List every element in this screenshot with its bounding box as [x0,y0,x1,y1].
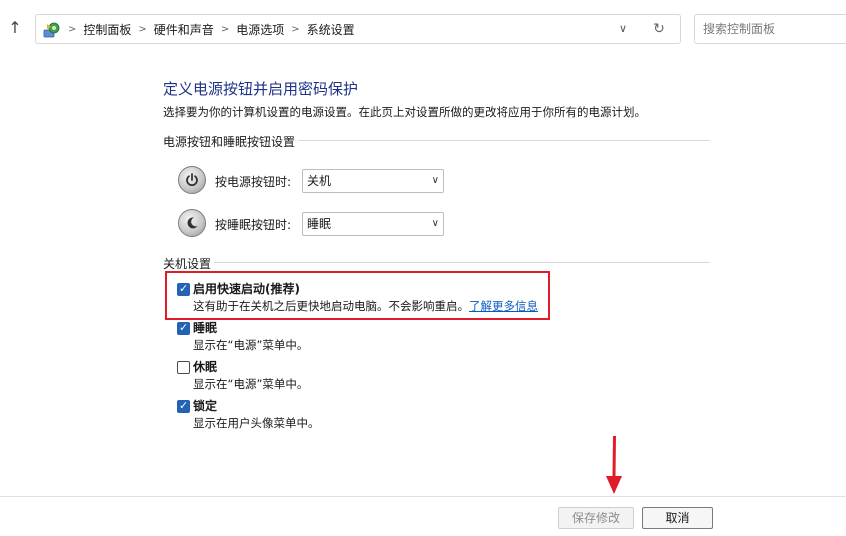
breadcrumb-system-settings[interactable]: 系统设置 [307,21,355,38]
fast-startup-description: 这有助于在关机之后更快地启动电脑。不会影响重启。了解更多信息 [193,298,538,314]
section-divider [214,262,710,263]
lock-checkbox[interactable]: ✓ [177,399,190,413]
breadcrumb: > 控制面板 > 硬件和声音 > 电源选项 > 系统设置 [68,15,355,43]
lock-option-label[interactable]: 锁定 [193,397,217,414]
address-bar[interactable]: > 控制面板 > 硬件和声音 > 电源选项 > 系统设置 ∨ ↻ [35,14,681,44]
cancel-button[interactable]: 取消 [642,507,713,529]
search-input[interactable]: 搜索控制面板 [694,14,846,44]
learn-more-link[interactable]: 了解更多信息 [469,299,538,313]
breadcrumb-power-options[interactable]: 电源选项 [236,21,284,38]
lock-option-description: 显示在用户头像菜单中。 [193,416,320,430]
control-panel-icon [43,22,60,38]
chevron-right-icon[interactable]: > [138,24,146,35]
search-placeholder: 搜索控制面板 [703,22,776,36]
chevron-down-icon: ∨ [431,175,439,186]
sleep-button-value: 睡眠 [307,217,332,231]
fast-startup-label[interactable]: 启用快速启动(推荐) [193,280,300,297]
breadcrumb-control-panel[interactable]: 控制面板 [83,21,131,38]
breadcrumb-hardware-sound[interactable]: 硬件和声音 [154,21,214,38]
sleep-checkbox[interactable]: ✓ [177,321,190,335]
power-button-select[interactable]: 关机 ∨ [302,169,444,193]
sleep-option-label[interactable]: 睡眠 [193,319,217,336]
chevron-right-icon[interactable]: > [291,24,299,35]
fast-startup-desc-text: 这有助于在关机之后更快地启动电脑。不会影响重启。 [193,299,469,313]
hibernate-option-description: 显示在“电源”菜单中。 [193,377,309,391]
chevron-down-icon: ∨ [431,218,439,229]
up-arrow-icon[interactable]: ↑ [7,18,23,38]
sleep-option-description: 显示在“电源”菜单中。 [193,338,309,352]
refresh-icon[interactable]: ↻ [650,20,668,38]
checkbox-check-icon: ✓ [179,282,189,295]
footer-divider [0,496,846,497]
chevron-down-icon[interactable]: ∨ [614,20,632,38]
sleep-button-icon [178,209,206,237]
checkbox-check-icon: ✓ [179,321,189,334]
hibernate-option-label[interactable]: 休眠 [193,358,217,375]
sleep-button-label: 按睡眠按钮时: [215,218,292,232]
red-arrow-annotation [606,436,622,494]
hibernate-checkbox[interactable] [177,361,190,374]
save-changes-button[interactable]: 保存修改 [558,507,634,529]
section-header-shutdown: 关机设置 [163,257,212,271]
power-button-value: 关机 [307,174,332,188]
power-button-label: 按电源按钮时: [215,175,292,189]
checkbox-check-icon: ✓ [179,399,189,412]
power-button-icon [178,166,206,194]
chevron-right-icon: > [68,23,77,35]
section-divider [298,140,710,141]
fast-startup-checkbox[interactable]: ✓ [177,282,190,296]
page-title: 定义电源按钮并启用密码保护 [163,80,359,98]
sleep-button-select[interactable]: 睡眠 ∨ [302,212,444,236]
page-description: 选择要为你的计算机设置的电源设置。在此页上对设置所做的更改将应用于你所有的电源计… [163,105,646,119]
chevron-right-icon[interactable]: > [221,24,229,35]
section-header-buttons: 电源按钮和睡眠按钮设置 [163,135,296,149]
